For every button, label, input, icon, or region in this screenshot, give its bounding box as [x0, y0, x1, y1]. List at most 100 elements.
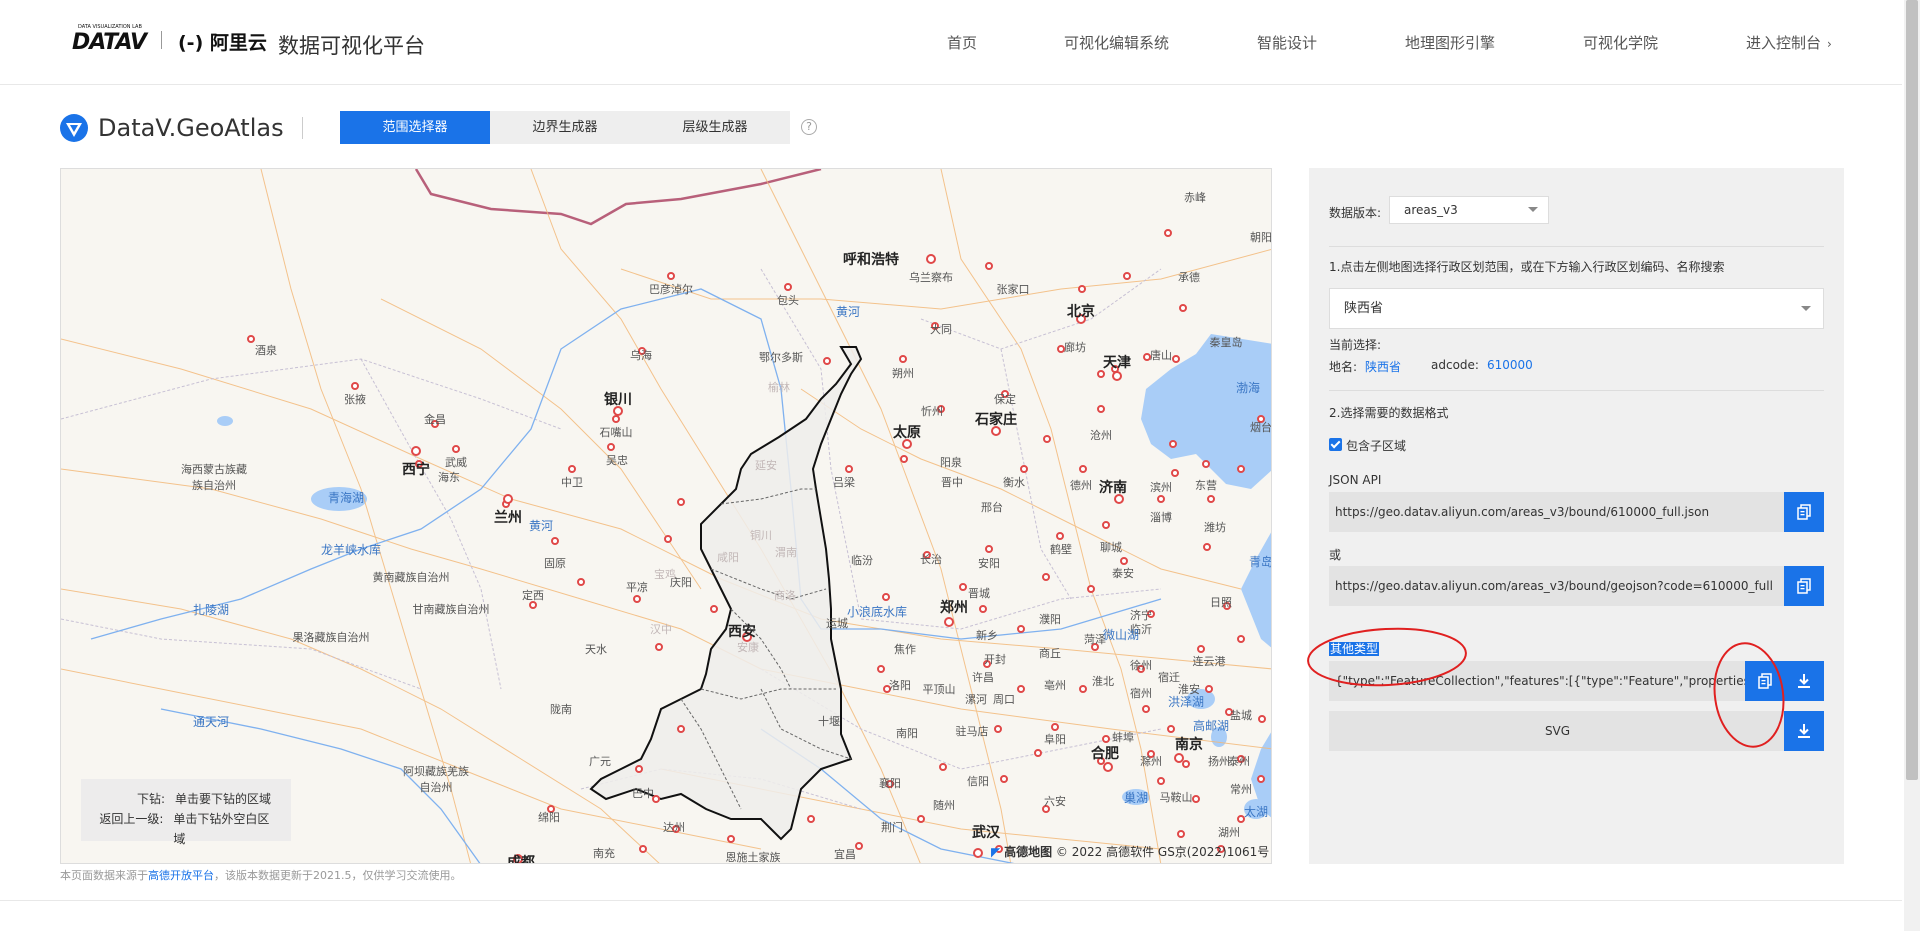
city-label: 宿州	[1130, 687, 1152, 700]
city-label: 平顶山	[922, 683, 956, 696]
download-geojson-button[interactable]	[1784, 661, 1824, 701]
region-label: 黄南藏族自治州	[372, 571, 450, 584]
help-icon[interactable]: ?	[801, 119, 817, 135]
city-label: 忻州	[921, 405, 943, 418]
attribution-text: © 2022 高德软件 GS京(2022)1061号	[1055, 845, 1270, 859]
geoatlas-brand[interactable]: DataV.GeoAtlas	[58, 112, 284, 144]
chevron-down-icon	[1528, 207, 1538, 212]
page-bottom-border	[0, 900, 1902, 901]
data-source-footnote: 本页面数据来源于高德开放平台，该版本数据更新于2021.5，仅供学习交流使用。	[60, 869, 462, 882]
city-label: 徐州	[1130, 659, 1152, 672]
map-attribution: ◤ 高德地图 © 2022 高德软件 GS京(2022)1061号	[991, 843, 1269, 860]
water-label-hongze-lake: 洪泽湖	[1167, 695, 1205, 709]
city-label: 宿迁	[1158, 671, 1180, 684]
adcode-label: adcode:	[1431, 358, 1479, 372]
city-label-hanzhong: 汉中	[650, 623, 672, 636]
city-label-baoji: 宝鸡	[654, 568, 676, 581]
region-label: 阿坝藏族羌族自治州	[403, 765, 469, 794]
divider	[1329, 246, 1824, 247]
city-label: 晋城	[968, 587, 990, 600]
water-label-chao-lake: 巢湖	[1123, 791, 1149, 805]
city-label: 吕梁	[833, 476, 855, 489]
region-label: 甘南藏族自治州	[412, 603, 490, 616]
geoatlas-logo-icon	[60, 114, 88, 142]
region-label: 海西蒙古族藏族自治州	[181, 463, 247, 492]
map-view[interactable]: 呼和浩特 北京 天津 银川 太原 石家庄 济南 西宁 兰州 郑州 西安 合肥 南…	[60, 168, 1272, 864]
geojson-url-field[interactable]: https://geo.datav.aliyun.com/areas_v3/bo…	[1329, 566, 1786, 606]
city-label: 荆门	[881, 821, 903, 834]
city-label: 焦作	[894, 643, 916, 656]
city-label: 阜阳	[1044, 733, 1066, 746]
city-label-shijiazhuang: 石家庄	[975, 412, 1017, 428]
nav-academy[interactable]: 可视化学院	[1583, 32, 1658, 53]
nav-home[interactable]: 首页	[947, 32, 977, 53]
city-label: 长治	[920, 553, 942, 566]
city-label-yulin: 榆林	[768, 381, 790, 394]
tab-boundary-generator[interactable]: 边界生成器	[490, 111, 640, 144]
include-children-label: 包含子区域	[1346, 439, 1407, 453]
city-label: 淮北	[1092, 675, 1114, 688]
city-label: 安阳	[978, 557, 1000, 570]
nav-geo-engine[interactable]: 地理图形引擎	[1405, 32, 1495, 53]
download-icon	[1798, 674, 1810, 688]
hint-back-label: 返回上一级:	[99, 812, 164, 826]
region-search-select[interactable]: 陕西省	[1329, 288, 1824, 329]
scrollbar-thumb[interactable]	[1906, 0, 1918, 780]
chevron-right-icon: ›	[1827, 37, 1832, 51]
json-api-url-field[interactable]: https://geo.datav.aliyun.com/areas_v3/bo…	[1329, 492, 1786, 532]
city-label: 许昌	[972, 671, 994, 684]
city-label: 广元	[589, 755, 611, 768]
city-label-yanan: 延安	[755, 459, 777, 472]
brand-divider	[302, 117, 303, 139]
aliyun-logo[interactable]: (-) 阿里云	[178, 28, 267, 55]
city-label-hefei: 合肥	[1091, 746, 1119, 762]
city-label: 随州	[933, 799, 955, 812]
city-label: 德州	[1070, 479, 1092, 492]
city-label-yinchuan: 银川	[604, 392, 632, 408]
hint-drill-text: 单击要下钻的区域	[175, 792, 272, 806]
city-label: 开封	[984, 653, 1006, 666]
copy-json-api-button[interactable]	[1784, 492, 1824, 532]
water-label-qingdao: 青岛	[1248, 555, 1272, 569]
logo-divider	[161, 31, 162, 49]
nav-console[interactable]: 进入控制台 ›	[1746, 32, 1832, 53]
version-select[interactable]: areas_v3	[1389, 196, 1549, 224]
city-label: 襄阳	[879, 777, 901, 790]
city-label-wuhan: 武汉	[972, 825, 1000, 841]
city-label: 天水	[585, 643, 607, 656]
include-children-checkbox[interactable]	[1329, 438, 1342, 451]
national-border	[414, 169, 822, 226]
city-label: 十堰	[818, 715, 840, 728]
city-label: 巴中	[632, 787, 654, 800]
tab-range-selector[interactable]: 范围选择器	[340, 111, 490, 144]
city-label-lanzhou: 兰州	[494, 510, 522, 526]
nav-smart-design[interactable]: 智能设计	[1257, 32, 1317, 53]
top-navigation-bar: DATA VISUALIZATION LAB DATAV (-) 阿里云 数据可…	[0, 0, 1902, 85]
city-label-beijing: 北京	[1067, 304, 1095, 320]
copy-geojson-button[interactable]	[1784, 566, 1824, 606]
city-label: 商丘	[1039, 647, 1061, 660]
water-label-qinghai-lake: 青海湖	[327, 491, 365, 505]
water-label-gaoyou-lake: 高邮湖	[1192, 719, 1230, 733]
city-label: 潍坊	[1204, 521, 1226, 534]
city-label: 绵阳	[538, 811, 560, 824]
city-label-nanjing: 南京	[1175, 737, 1203, 753]
city-label: 驻马店	[955, 725, 989, 738]
nav-visual-editor[interactable]: 可视化编辑系统	[1064, 32, 1169, 53]
datav-logo[interactable]: DATA VISUALIZATION LAB DATAV	[72, 24, 147, 55]
city-label: 武威	[445, 456, 467, 469]
city-label: 恩施土家族	[725, 851, 781, 864]
download-svg-button[interactable]	[1784, 711, 1824, 751]
current-selection-label: 当前选择:	[1329, 338, 1382, 352]
step1-instruction: 1.点击左侧地图选择行政区划范围，或在下方输入行政区划编码、名称搜索	[1329, 260, 1725, 274]
water-label-weishan-lake: 微山湖	[1102, 628, 1140, 642]
city-label-hohhot: 呼和浩特	[843, 252, 899, 268]
copy-icon	[1797, 578, 1811, 594]
tab-level-generator[interactable]: 层级生成器	[640, 111, 790, 144]
city-label: 酒泉	[255, 344, 277, 357]
amap-open-platform-link[interactable]: 高德开放平台	[148, 869, 214, 882]
city-label: 滁州	[1140, 755, 1162, 768]
city-label: 蚌埠	[1112, 731, 1134, 744]
city-label: 宜昌	[834, 848, 856, 861]
city-label: 六安	[1044, 795, 1066, 808]
